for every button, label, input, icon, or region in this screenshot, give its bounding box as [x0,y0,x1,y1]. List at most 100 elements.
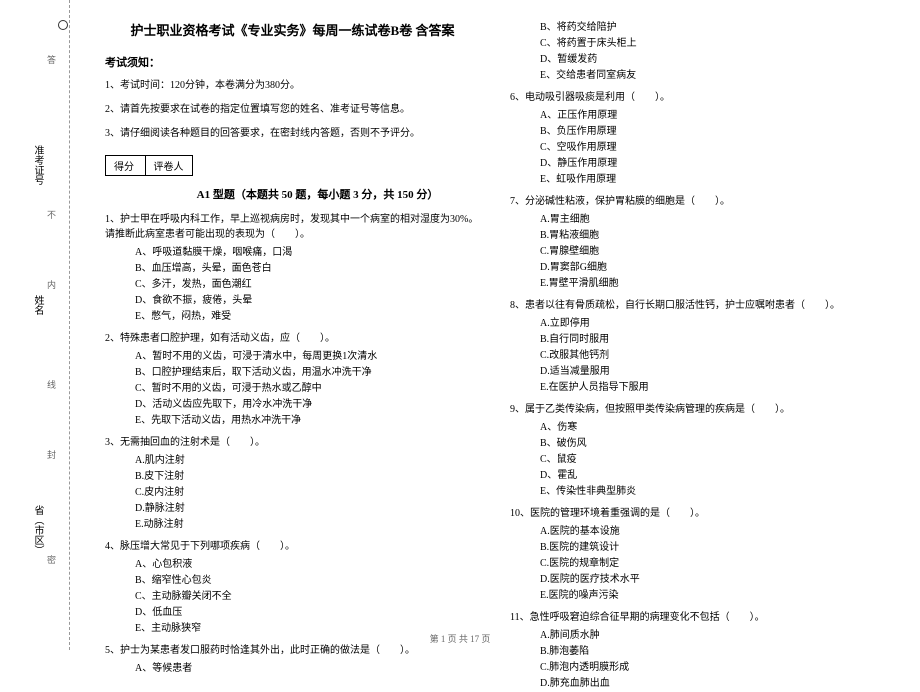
option: A、正压作用原理 [540,108,885,124]
option: B.皮下注射 [135,469,480,485]
name-label: 姓名 [30,295,45,315]
option: C、主动脉瓣关闭不全 [135,589,480,605]
option: C.肺泡内透明膜形成 [540,660,885,676]
option: E、传染性非典型肺炎 [540,484,885,500]
instruction-2: 2、请首先按要求在试卷的指定位置填写您的姓名、准考证号等信息。 [105,102,480,118]
option: D.适当减量服用 [540,364,885,380]
question-block: 11、急性呼吸窘迫综合征早期的病理变化不包括（ ）。 A.肺间质水肿 B.肺泡萎… [510,610,885,692]
option: B、将药交给陪护 [540,20,885,36]
option: E.在医护人员指导下服用 [540,380,885,396]
options-list: A.立即停用 B.自行同时服用 C.改服其他钙剂 D.适当减量服用 E.在医护人… [540,316,885,396]
option: B.自行同时服用 [540,332,885,348]
notice-heading: 考试须知： [105,54,480,70]
options-list: A.医院的基本设施 B.医院的建筑设计 C.医院的规章制定 D.医院的医疗技术水… [540,524,885,604]
option: C.医院的规章制定 [540,556,885,572]
question-stem: 6、电动吸引器吸痰是利用（ ）。 [510,90,885,105]
question-block: 8、患者以往有骨质疏松，自行长期口服活性钙，护士应嘱咐患者（ ）。 A.立即停用… [510,298,885,396]
option: E.动脉注射 [135,517,480,533]
question-stem: 5、护士为某患者发口服药时恰逢其外出，此时正确的做法是（ ）。 [105,643,480,658]
question-stem: 4、脉压增大常见于下列哪项疾病（ ）。 [105,539,480,554]
margin-marker: 答 [45,55,58,64]
page-footer: 第 1 页 共 17 页 [0,632,920,645]
option: D.静脉注射 [135,501,480,517]
option: B、血压增高，头晕，面色苍白 [135,261,480,277]
margin-marker: 内 [45,280,58,289]
exam-page: 答 准考证号 不 内 姓名 线 封 省（市区） 密 护士职业资格考试《专业实务》… [0,0,920,650]
question-stem: 8、患者以往有骨质疏松，自行长期口服活性钙，护士应嘱咐患者（ ）。 [510,298,885,313]
option: B.医院的建筑设计 [540,540,885,556]
option: A.胃主细胞 [540,212,885,228]
option: B、口腔护理结束后，取下活动义齿，用温水冲洗干净 [135,365,480,381]
exam-id-label: 准考证号 [30,145,45,185]
option: E、憋气，闷热，难受 [135,309,480,325]
option: D、霍乱 [540,468,885,484]
question-block: B、将药交给陪护 C、将药置于床头柜上 D、暂缓发药 E、交给患者同室病友 [510,20,885,84]
option: E、虹吸作用原理 [540,172,885,188]
question-stem: 3、无需抽回血的注射术是（ ）。 [105,435,480,450]
option: C、鼠疫 [540,452,885,468]
options-list: A、心包积液 B、缩窄性心包炎 C、主动脉瓣关闭不全 D、低血压 E、主动脉狭窄 [135,557,480,637]
province-label: 省（市区） [30,505,45,555]
margin-marker: 不 [45,210,58,219]
margin-marker: 线 [45,380,58,389]
option: D.肺充血肺出血 [540,676,885,692]
question-block: 1、护士甲在呼吸内科工作，早上巡视病房时，发现其中一个病室的相对湿度为30%。请… [105,212,480,325]
options-list: A、伤寒 B、破伤风 C、鼠疫 D、霍乱 E、传染性非典型肺炎 [540,420,885,500]
option: A.立即停用 [540,316,885,332]
options-list: A、等候患者 [135,661,480,677]
binding-margin: 答 准考证号 不 内 姓名 线 封 省（市区） 密 [0,0,70,650]
option: E、先取下活动义齿，用热水冲洗干净 [135,413,480,429]
question-stem: 2、特殊患者口腔护理，如有活动义齿，应（ ）。 [105,331,480,346]
question-block: 5、护士为某患者发口服药时恰逢其外出，此时正确的做法是（ ）。 A、等候患者 [105,643,480,677]
grader-label: 评卷人 [145,156,192,175]
question-block: 10、医院的管理环境着重强调的是（ ）。 A.医院的基本设施 B.医院的建筑设计… [510,506,885,604]
question-stem: 11、急性呼吸窘迫综合征早期的病理变化不包括（ ）。 [510,610,885,625]
option: A.医院的基本设施 [540,524,885,540]
options-list: B、将药交给陪护 C、将药置于床头柜上 D、暂缓发药 E、交给患者同室病友 [540,20,885,84]
exam-title: 护士职业资格考试《专业实务》每周一练试卷B卷 含答案 [105,20,480,39]
section-a1-title: A1 型题（本题共 50 题，每小题 3 分，共 150 分） [155,186,480,202]
option: A、心包积液 [135,557,480,573]
question-block: 2、特殊患者口腔护理，如有活动义齿，应（ ）。 A、暂时不用的义齿，可浸于清水中… [105,331,480,429]
option: A、暂时不用的义齿，可浸于清水中，每周更换1次清水 [135,349,480,365]
instruction-1: 1、考试时间：120分钟，本卷满分为380分。 [105,78,480,94]
score-box: 得分 评卷人 [105,155,193,176]
question-block: 4、脉压增大常见于下列哪项疾病（ ）。 A、心包积液 B、缩窄性心包炎 C、主动… [105,539,480,637]
option: B、破伤风 [540,436,885,452]
question-stem: 9、属于乙类传染病，但按照甲类传染病管理的疾病是（ ）。 [510,402,885,417]
option: D.胃窦部G细胞 [540,260,885,276]
content-area: 护士职业资格考试《专业实务》每周一练试卷B卷 含答案 考试须知： 1、考试时间：… [70,0,920,650]
option: E、交给患者同室病友 [540,68,885,84]
option: C.改服其他钙剂 [540,348,885,364]
right-column: B、将药交给陪护 C、将药置于床头柜上 D、暂缓发药 E、交给患者同室病友 6、… [500,20,895,640]
option: D、食欲不振，疲倦，头晕 [135,293,480,309]
option: D、低血压 [135,605,480,621]
circle-marker [58,20,68,30]
options-list: A、暂时不用的义齿，可浸于清水中，每周更换1次清水 B、口腔护理结束后，取下活动… [135,349,480,429]
option: A、伤寒 [540,420,885,436]
question-block: 3、无需抽回血的注射术是（ ）。 A.肌内注射 B.皮下注射 C.皮内注射 D.… [105,435,480,533]
options-list: A、正压作用原理 B、负压作用原理 C、空吸作用原理 D、静压作用原理 E、虹吸… [540,108,885,188]
option: B、缩窄性心包炎 [135,573,480,589]
margin-marker: 封 [45,450,58,459]
option: C.皮内注射 [135,485,480,501]
options-list: A、呼吸道黏膜干燥，咽喉痛，口渴 B、血压增高，头晕，面色苍白 C、多汗，发热，… [135,245,480,325]
option: B.肺泡萎陷 [540,644,885,660]
question-stem: 1、护士甲在呼吸内科工作，早上巡视病房时，发现其中一个病室的相对湿度为30%。请… [105,212,480,242]
option: C、暂时不用的义齿，可浸于热水或乙醇中 [135,381,480,397]
options-list: A.肌内注射 B.皮下注射 C.皮内注射 D.静脉注射 E.动脉注射 [135,453,480,533]
option: A、呼吸道黏膜干燥，咽喉痛，口渴 [135,245,480,261]
question-block: 6、电动吸引器吸痰是利用（ ）。 A、正压作用原理 B、负压作用原理 C、空吸作… [510,90,885,188]
question-stem: 7、分泌碱性粘液，保护胃粘膜的细胞是（ ）。 [510,194,885,209]
option: B.胃粘液细胞 [540,228,885,244]
option: C、多汗，发热，面色潮红 [135,277,480,293]
instruction-3: 3、请仔细阅读各种题目的回答要求，在密封线内答题，否则不予评分。 [105,126,480,142]
option: C.胃腺壁细胞 [540,244,885,260]
margin-marker: 密 [45,555,58,564]
score-label: 得分 [106,156,142,175]
option: C、空吸作用原理 [540,140,885,156]
question-block: 7、分泌碱性粘液，保护胃粘膜的细胞是（ ）。 A.胃主细胞 B.胃粘液细胞 C.… [510,194,885,292]
options-list: A.胃主细胞 B.胃粘液细胞 C.胃腺壁细胞 D.胃窦部G细胞 E.胃壁平滑肌细… [540,212,885,292]
question-block: 9、属于乙类传染病，但按照甲类传染病管理的疾病是（ ）。 A、伤寒 B、破伤风 … [510,402,885,500]
left-column: 护士职业资格考试《专业实务》每周一练试卷B卷 含答案 考试须知： 1、考试时间：… [95,20,500,640]
